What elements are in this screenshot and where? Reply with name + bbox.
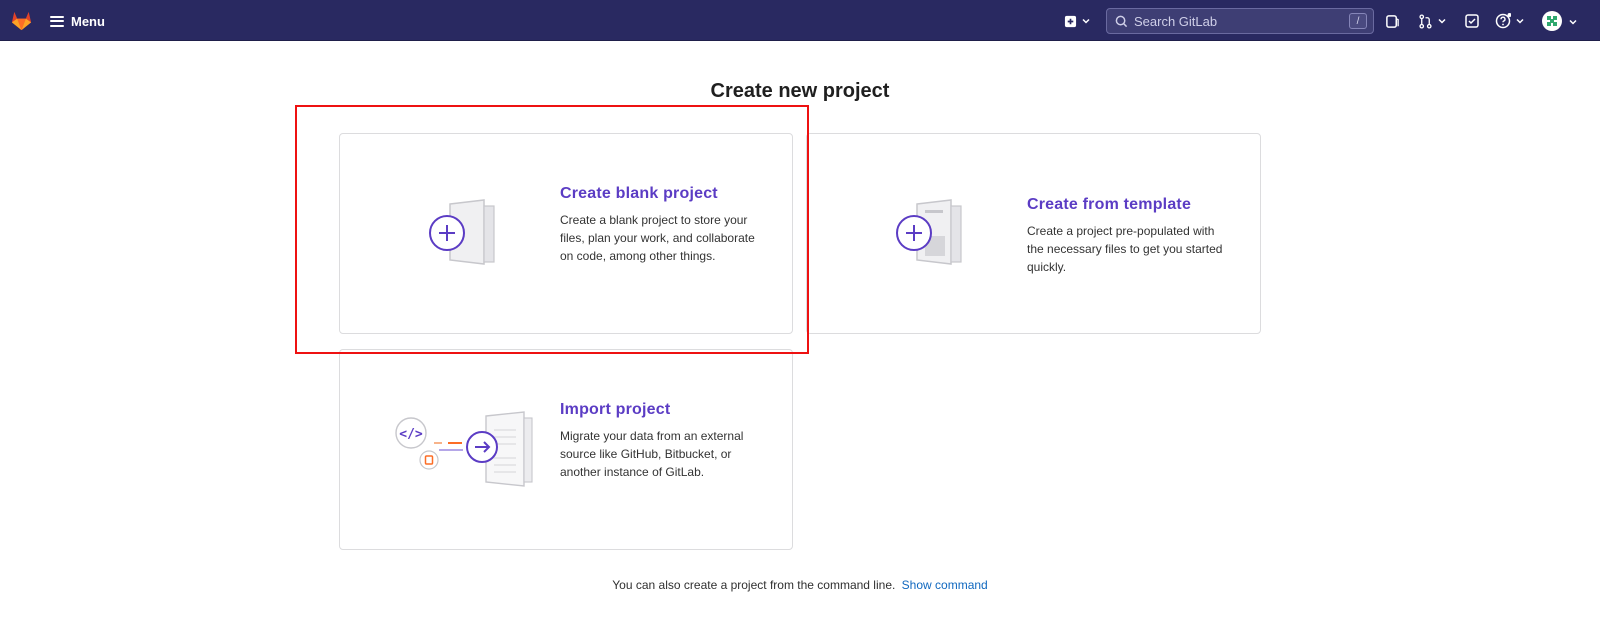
menu-label: Menu bbox=[71, 13, 105, 29]
create-from-template-card[interactable]: Create from template Create a project pr… bbox=[806, 133, 1261, 334]
top-navbar: Menu Search GitLab / bbox=[0, 0, 1600, 41]
plus-square-icon bbox=[1064, 15, 1077, 27]
search-input[interactable]: Search GitLab / bbox=[1106, 8, 1374, 34]
command-line-hint-text: You can also create a project from the c… bbox=[612, 578, 896, 592]
menu-button[interactable]: Menu bbox=[50, 10, 105, 32]
gitlab-logo-icon[interactable] bbox=[10, 9, 33, 32]
template-card-title: Create from template bbox=[1027, 196, 1192, 213]
import-card-description: Migrate your data from an external sourc… bbox=[560, 429, 744, 479]
search-icon bbox=[1115, 15, 1128, 27]
chevron-down-icon bbox=[1516, 18, 1524, 24]
template-card-description: Create a project pre-populated with the … bbox=[1027, 224, 1223, 274]
new-item-dropdown[interactable] bbox=[1064, 11, 1091, 31]
chevron-down-icon bbox=[1569, 19, 1577, 25]
template-project-illustration-icon bbox=[896, 199, 962, 265]
command-line-hint: You can also create a project from the c… bbox=[0, 578, 1600, 592]
import-card-text: Import project Migrate your data from an… bbox=[560, 401, 756, 481]
avatar-icon bbox=[1547, 16, 1557, 26]
help-icon bbox=[1495, 13, 1511, 29]
user-avatar[interactable] bbox=[1542, 11, 1562, 31]
chevron-down-icon bbox=[1082, 18, 1090, 24]
issues-icon bbox=[1386, 14, 1399, 28]
svg-text:</>: </> bbox=[399, 427, 423, 442]
help-dropdown[interactable] bbox=[1495, 11, 1525, 31]
merge-requests-icon bbox=[1419, 13, 1432, 29]
blank-card-description: Create a blank project to store your fil… bbox=[560, 213, 755, 263]
merge-requests-dropdown[interactable] bbox=[1418, 11, 1447, 31]
issues-button[interactable] bbox=[1385, 11, 1400, 31]
import-project-illustration-icon: </> bbox=[395, 411, 533, 487]
blank-card-title: Create blank project bbox=[560, 185, 718, 202]
template-card-text: Create from template Create a project pr… bbox=[1027, 196, 1223, 276]
hamburger-icon bbox=[50, 15, 64, 27]
import-project-card[interactable]: </> Import project Migrate your data fro… bbox=[339, 349, 793, 550]
page-title: Create new project bbox=[710, 80, 890, 102]
todos-icon bbox=[1465, 14, 1479, 28]
todos-button[interactable] bbox=[1465, 11, 1479, 31]
chevron-down-icon bbox=[1438, 18, 1446, 24]
create-blank-project-card[interactable]: Create blank project Create a blank proj… bbox=[339, 133, 793, 334]
blank-project-illustration-icon bbox=[429, 199, 495, 265]
blank-card-text: Create blank project Create a blank proj… bbox=[560, 185, 756, 265]
search-placeholder: Search GitLab bbox=[1134, 13, 1218, 29]
search-shortcut-badge: / bbox=[1349, 13, 1367, 29]
show-command-link[interactable]: Show command bbox=[902, 578, 988, 592]
import-card-title: Import project bbox=[560, 401, 671, 418]
